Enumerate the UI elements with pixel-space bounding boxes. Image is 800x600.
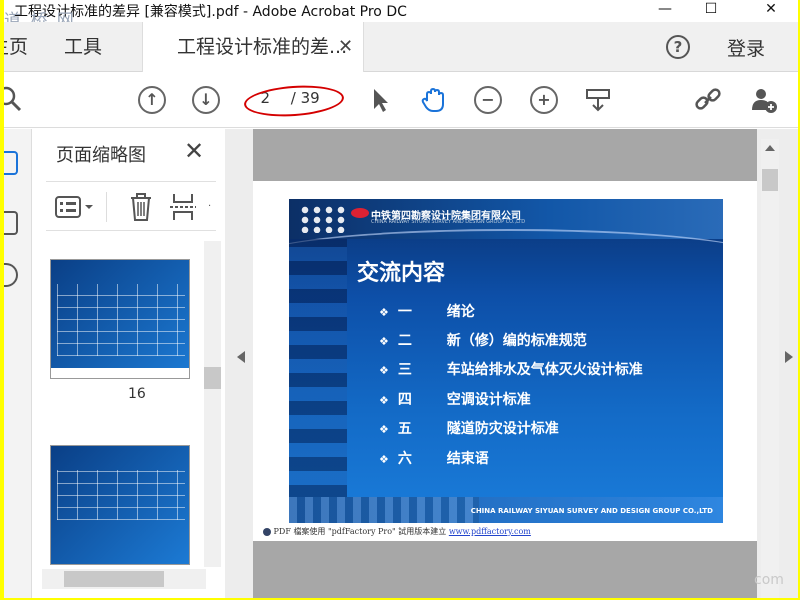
agenda-number: 二 xyxy=(397,333,412,349)
slide-decorative-curve xyxy=(289,229,723,289)
agenda-number: 四 xyxy=(397,392,412,408)
left-nav-pane xyxy=(4,129,32,598)
select-pointer-icon[interactable] xyxy=(366,86,394,114)
pdf-page: 中铁第四勘察设计院集团有限公司 CHINA RAILWAY SIYUAN SUR… xyxy=(253,181,757,541)
previous-page-area xyxy=(253,129,757,181)
slide-footer: CHINA RAILWAY SIYUAN SURVEY AND DESIGN G… xyxy=(289,497,723,523)
scroll-up-icon[interactable] xyxy=(765,145,775,151)
panel-close-icon[interactable]: ✕ xyxy=(184,137,204,165)
slide-title: 交流内容 xyxy=(357,261,446,286)
company-name-en: CHINA RAILWAY SIYUAN SURVEY AND DESIGN G… xyxy=(371,219,526,225)
slide-left-strip xyxy=(289,239,347,499)
document-view[interactable]: 中铁第四勘察设计院集团有限公司 CHINA RAILWAY SIYUAN SUR… xyxy=(225,129,798,598)
thumbnail-footer xyxy=(51,368,189,378)
thumbnail-hscroll-thumb[interactable] xyxy=(64,571,164,587)
zoom-out-icon[interactable]: − xyxy=(474,86,502,114)
next-page-area xyxy=(253,541,757,598)
attachments-nav-icon[interactable] xyxy=(4,263,18,287)
agenda-bullet: ❖ xyxy=(379,394,389,407)
pdffactory-note-text: PDF 檔案使用 "pdfFactory Pro" 試用版本建立 xyxy=(273,527,449,536)
agenda-text: 新（修）编的标准规范 xyxy=(446,333,587,349)
insert-page-icon[interactable] xyxy=(170,192,200,222)
close-window-button[interactable]: ✕ xyxy=(748,0,794,20)
agenda-number: 一 xyxy=(397,304,412,320)
agenda-bullet: ❖ xyxy=(379,335,389,348)
bookmarks-nav-icon[interactable] xyxy=(4,211,18,235)
pdf-file-icon xyxy=(263,528,271,536)
marquee-zoom-icon[interactable] xyxy=(584,86,612,114)
page-thumbnail[interactable] xyxy=(50,259,190,379)
search-icon[interactable] xyxy=(4,86,24,114)
agenda-number: 三 xyxy=(397,362,412,378)
agenda-item: ❖ 一 绪论 xyxy=(379,301,475,321)
agenda-text: 空调设计标准 xyxy=(446,392,531,408)
agenda-bullet: ❖ xyxy=(379,453,389,466)
thumbnail-panel: 页面缩略图 ✕ . 16 xyxy=(32,129,225,598)
agenda-item: ❖ 五 隧道防灾设计标准 xyxy=(379,418,559,438)
close-tab-icon[interactable]: ✕ xyxy=(338,22,353,72)
pdffactory-link[interactable]: www.pdffactory.com xyxy=(449,527,531,536)
tab-tools[interactable]: 工具 xyxy=(64,22,102,72)
agenda-item: ❖ 三 车站给排水及气体灭火设计标准 xyxy=(379,359,643,379)
left-arrow-icon[interactable] xyxy=(237,351,245,363)
panel-title: 页面缩略图 xyxy=(56,145,146,166)
next-page-icon[interactable]: ↓ xyxy=(192,86,220,114)
agenda-bullet: ❖ xyxy=(379,364,389,377)
agenda-item: ❖ 四 空调设计标准 xyxy=(379,389,531,409)
login-button[interactable]: 登录 xyxy=(727,34,765,61)
delete-page-icon[interactable] xyxy=(128,192,154,222)
toolbar: ↑ ↓ 2 / 39 − + xyxy=(4,72,798,128)
share-link-icon[interactable] xyxy=(694,86,722,114)
tab-home[interactable]: 主页 xyxy=(4,22,28,72)
slide-footer-text: CHINA RAILWAY SIYUAN SURVEY AND DESIGN G… xyxy=(470,507,713,515)
acrobat-window: 工程设计标准的差异 [兼容模式].pdf - Adobe Acrobat Pro… xyxy=(4,0,798,598)
document-scroll-thumb[interactable] xyxy=(762,169,778,191)
thumbnail-vertical-scrollbar[interactable] xyxy=(204,241,221,567)
page-thumbnails-nav-icon[interactable] xyxy=(4,151,18,175)
pdffactory-note: PDF 檔案使用 "pdfFactory Pro" 試用版本建立 www.pdf… xyxy=(263,526,531,537)
prev-page-icon[interactable]: ↑ xyxy=(138,86,166,114)
thumbnail-table-graphic xyxy=(57,470,185,520)
agenda-text: 绪论 xyxy=(446,304,475,320)
right-arrow-icon[interactable] xyxy=(785,351,793,363)
help-icon[interactable]: ? xyxy=(666,35,690,59)
tab-document[interactable]: 工程设计标准的差... xyxy=(142,22,364,72)
document-vertical-scrollbar[interactable] xyxy=(761,139,779,598)
thumbnail-page-number: 16 xyxy=(128,386,146,402)
tab-bar: 主页 工具 工程设计标准的差... ✕ ? 登录 xyxy=(4,22,798,72)
tab-document-label: 工程设计标准的差... xyxy=(177,36,348,58)
agenda-number: 五 xyxy=(397,421,412,437)
agenda-bullet: ❖ xyxy=(379,306,389,319)
minimize-button[interactable]: — xyxy=(642,0,688,20)
more-tools-indicator[interactable]: . xyxy=(208,198,211,209)
maximize-button[interactable]: ☐ xyxy=(688,0,734,20)
agenda-item: ❖ 二 新（修）编的标准规范 xyxy=(379,330,587,350)
agenda-text: 车站给排水及气体灭火设计标准 xyxy=(446,362,643,378)
title-bar: 工程设计标准的差异 [兼容模式].pdf - Adobe Acrobat Pro… xyxy=(4,0,798,31)
page-thumbnail[interactable] xyxy=(50,445,190,565)
panel-toolbar: . xyxy=(46,181,216,231)
agenda-bullet: ❖ xyxy=(379,423,389,436)
agenda-number: 六 xyxy=(397,451,412,467)
thumbnail-horizontal-scrollbar[interactable] xyxy=(42,569,206,589)
hand-tool-icon[interactable] xyxy=(420,86,448,114)
panel-tools-divider xyxy=(106,192,107,222)
company-logo xyxy=(351,208,369,218)
slide-footer-mosaic xyxy=(289,497,479,523)
zoom-in-icon[interactable]: + xyxy=(530,86,558,114)
slide: 中铁第四勘察设计院集团有限公司 CHINA RAILWAY SIYUAN SUR… xyxy=(289,199,723,523)
slide-dot-pattern xyxy=(299,205,345,233)
agenda-text: 结束语 xyxy=(446,451,489,467)
thumbnail-scroll-thumb[interactable] xyxy=(204,367,221,389)
thumbnail-options-icon[interactable] xyxy=(54,194,98,220)
corner-watermark: com xyxy=(754,572,784,588)
agenda-text: 隧道防灾设计标准 xyxy=(446,421,559,437)
add-user-icon[interactable] xyxy=(750,86,778,114)
agenda-item: ❖ 六 结束语 xyxy=(379,448,489,468)
thumbnail-table-graphic xyxy=(57,284,185,356)
